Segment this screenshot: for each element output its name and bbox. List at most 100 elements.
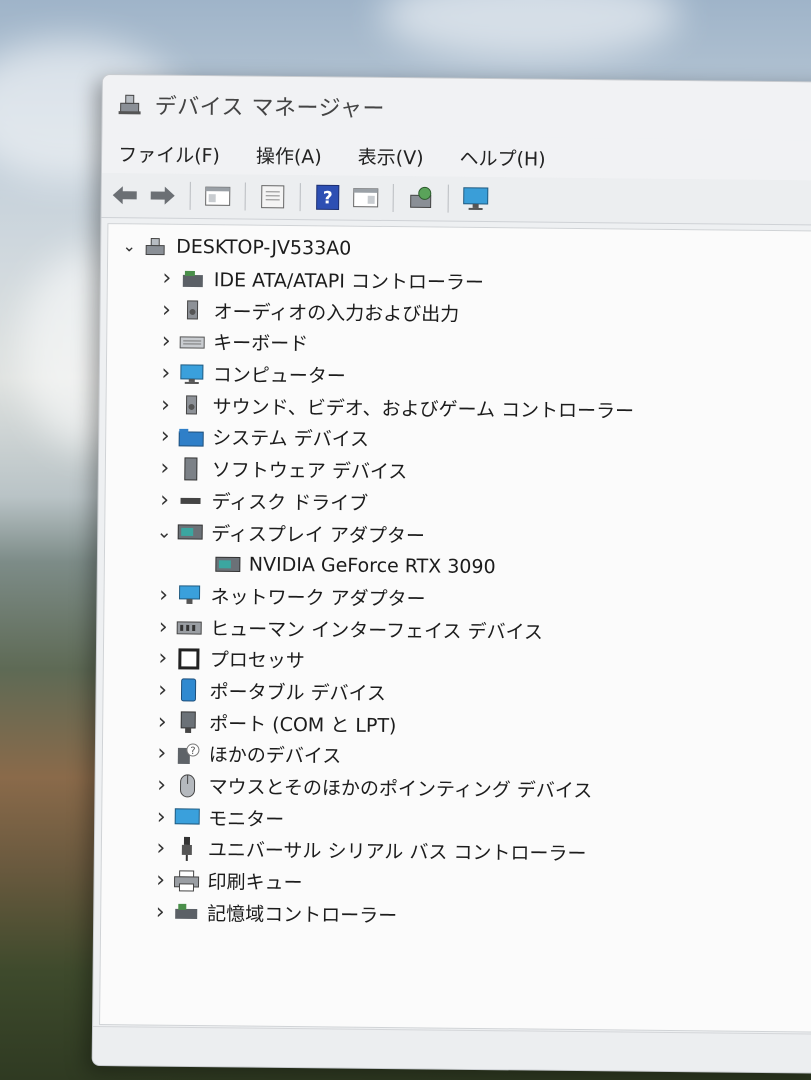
tree-item-label: システム デバイス: [212, 427, 370, 452]
speaker-icon: [179, 299, 205, 321]
svg-text:?: ?: [190, 746, 195, 757]
tree-item-label: モニター: [208, 807, 285, 831]
disk-drive-icon: [177, 489, 203, 511]
software-device-icon: [178, 457, 204, 481]
network-adapter-icon: [176, 584, 202, 606]
processor-icon: [176, 648, 202, 670]
tree-item-label: ネットワーク アダプター: [210, 586, 426, 611]
help-icon: ?: [316, 184, 340, 210]
arrow-left-icon: [112, 186, 137, 205]
tree-item-label: ほかのデバイス: [208, 744, 342, 768]
keyboard-icon: [179, 331, 205, 353]
device-tree[interactable]: ⌄ DESKTOP-JV533A0 › IDE ATA/ATAPI コントローラー…: [99, 223, 811, 1033]
chevron-right-icon[interactable]: ›: [149, 678, 175, 703]
toolbar-separator: [392, 184, 394, 213]
chevron-right-icon[interactable]: ›: [152, 392, 178, 417]
chevron-right-icon[interactable]: ›: [151, 487, 177, 512]
tree-item-label: 印刷キュー: [207, 871, 303, 895]
monitor-button[interactable]: [461, 184, 491, 214]
chevron-right-icon[interactable]: ›: [150, 582, 176, 608]
toolbar-separator: [189, 181, 191, 210]
tree-device-label: NVIDIA GeForce RTX 3090: [248, 553, 496, 578]
device-manager-icon: [117, 91, 143, 117]
svg-text:?: ?: [323, 188, 333, 208]
toolbar-separator: [244, 182, 246, 211]
chevron-right-icon[interactable]: ›: [148, 804, 174, 829]
tree-item-label: ディスク ドライブ: [211, 491, 369, 515]
tree-item-label: ポート (COM と LPT): [209, 712, 397, 737]
menu-action[interactable]: 操作(A): [256, 141, 322, 169]
help-button[interactable]: ?: [313, 182, 343, 212]
properties-icon: [261, 185, 285, 209]
folder-icon: [178, 426, 204, 448]
monitor-icon: [463, 187, 489, 210]
toolbar: ?: [101, 173, 811, 226]
root-label: DESKTOP-JV533A0: [176, 235, 352, 260]
chevron-right-icon[interactable]: ›: [153, 329, 179, 354]
show-hide-console-tree-button[interactable]: [203, 181, 233, 211]
scan-hardware-icon: [410, 186, 432, 208]
tree-item-label: 記憶域コントローラー: [207, 902, 398, 927]
action-pane-button[interactable]: [351, 183, 381, 213]
printer-icon: [173, 869, 200, 892]
menu-view[interactable]: 表示(V): [358, 142, 424, 170]
tree-item-label: ユニバーサル シリアル バス コントローラー: [207, 839, 587, 866]
device-manager-window: デバイス マネージャー ファイル(F) 操作(A) 表示(V) ヘルプ(H) ?: [91, 74, 811, 1074]
toolbar-separator: [447, 184, 449, 213]
chevron-right-icon[interactable]: ›: [152, 424, 178, 449]
action-pane-icon: [353, 188, 379, 208]
chevron-down-icon[interactable]: ⌄: [151, 521, 177, 542]
tree-item-label: キーボード: [213, 332, 309, 356]
tree-item-label: IDE ATA/ATAPI コントローラー: [213, 269, 485, 295]
other-device-icon: ?: [175, 743, 201, 765]
menu-help[interactable]: ヘルプ(H): [459, 143, 545, 171]
chevron-right-icon[interactable]: ›: [150, 646, 176, 671]
toolbar-separator: [299, 183, 301, 212]
chevron-right-icon[interactable]: ›: [148, 773, 174, 798]
window-title: デバイス マネージャー: [154, 94, 386, 122]
chevron-right-icon[interactable]: ›: [150, 614, 176, 639]
title-bar[interactable]: デバイス マネージャー: [102, 75, 811, 141]
console-tree-icon: [205, 186, 231, 206]
tree-item-label: マウスとそのほかのポインティング デバイス: [208, 776, 593, 803]
tree-item-label: ポータブル デバイス: [209, 681, 387, 705]
mouse-icon: [174, 773, 200, 797]
chevron-right-icon[interactable]: ›: [153, 297, 179, 322]
speaker-icon: [178, 394, 204, 416]
ide-controller-icon: [180, 267, 206, 289]
chevron-right-icon[interactable]: ›: [148, 836, 174, 861]
status-bar: [92, 1025, 811, 1073]
display-adapter-icon: [215, 553, 241, 575]
tree-item-label: サウンド、ビデオ、およびゲーム コントローラー: [212, 395, 635, 423]
display-adapter-icon: [177, 521, 203, 543]
tree-item-label: ディスプレイ アダプター: [211, 522, 426, 547]
tree-item-label: ヒューマン インターフェイス デバイス: [210, 617, 544, 644]
tree-item-label: プロセッサ: [209, 649, 305, 673]
chevron-right-icon[interactable]: ›: [154, 266, 180, 291]
forward-button[interactable]: [148, 180, 178, 210]
chevron-right-icon[interactable]: ›: [147, 899, 173, 924]
tree-items: › IDE ATA/ATAPI コントローラー › オーディオの入力および出力 › キーボ…: [101, 262, 811, 935]
computer-root-icon: [142, 235, 168, 257]
arrow-right-icon: [150, 186, 175, 205]
properties-button[interactable]: [258, 182, 288, 212]
tree-category-item[interactable]: › 記憶域コントローラー: [101, 895, 811, 934]
tree-item-label: コンピューター: [212, 364, 346, 388]
storage-controller-icon: [173, 901, 199, 923]
chevron-down-icon[interactable]: ⌄: [116, 237, 142, 256]
cloud: [380, 0, 680, 60]
chevron-right-icon[interactable]: ›: [153, 361, 179, 386]
portable-device-icon: [175, 678, 201, 702]
tree-item-label: ソフトウェア デバイス: [211, 459, 408, 484]
scan-hardware-button[interactable]: [406, 183, 436, 213]
chevron-right-icon[interactable]: ›: [147, 868, 173, 893]
computer-icon: [179, 362, 205, 384]
usb-icon: [174, 836, 200, 861]
port-icon: [175, 711, 201, 734]
chevron-right-icon[interactable]: ›: [149, 741, 175, 766]
tree-item-label: オーディオの入力および出力: [213, 300, 460, 326]
back-button[interactable]: [110, 180, 140, 210]
chevron-right-icon[interactable]: ›: [152, 456, 178, 481]
menu-file[interactable]: ファイル(F): [118, 140, 220, 168]
chevron-right-icon[interactable]: ›: [149, 709, 175, 734]
